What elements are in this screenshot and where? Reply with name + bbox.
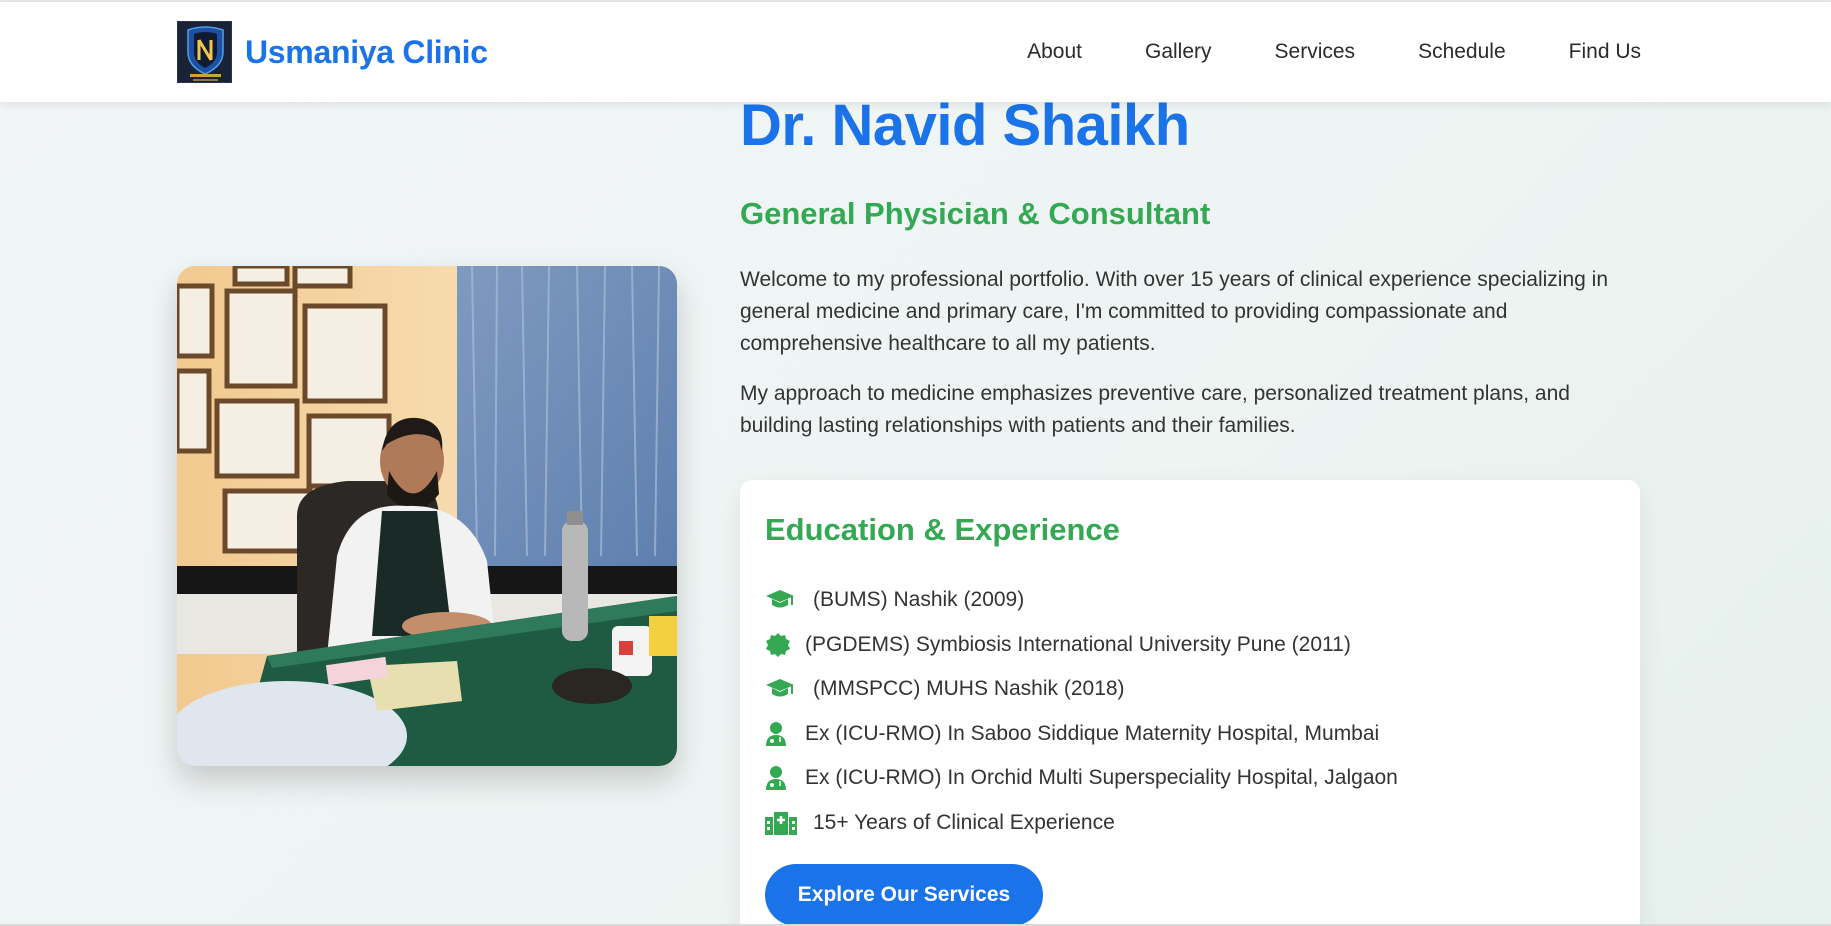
- clinic-shield-logo: [177, 21, 232, 83]
- education-item-text: Ex (ICU-RMO) In Saboo Siddique Maternity…: [805, 721, 1380, 745]
- list-item: Ex (ICU-RMO) In Orchid Multi Superspecia…: [765, 756, 1398, 801]
- list-item: Ex (ICU-RMO) In Saboo Siddique Maternity…: [765, 712, 1398, 757]
- intro-paragraph: Welcome to my professional portfolio. Wi…: [740, 268, 1609, 355]
- education-item-text: Ex (ICU-RMO) In Orchid Multi Superspecia…: [805, 766, 1398, 790]
- list-item: 15+ Years of Clinical Experience: [765, 801, 1398, 846]
- brand[interactable]: Usmaniya Clinic: [177, 21, 488, 83]
- explore-services-button[interactable]: Explore Our Services: [765, 864, 1043, 926]
- education-item-text: (PGDEMS) Symbiosis International Univers…: [805, 632, 1351, 656]
- brand-name[interactable]: Usmaniya Clinic: [245, 34, 488, 71]
- education-item-text: 15+ Years of Clinical Experience: [813, 810, 1115, 834]
- doctor-name: Dr. Navid Shaikh: [740, 93, 1190, 158]
- nav-services[interactable]: Services: [1275, 40, 1356, 64]
- nav-links: About Gallery Services Schedule Find Us: [964, 40, 1641, 64]
- hospital-icon: [765, 810, 799, 836]
- nav-about[interactable]: About: [1027, 40, 1082, 64]
- education-item-text: (BUMS) Nashik (2009): [813, 588, 1025, 612]
- nav-find-us[interactable]: Find Us: [1569, 40, 1641, 64]
- list-item: (MMSPCC) MUHS Nashik (2018): [765, 667, 1398, 712]
- list-item: (BUMS) Nashik (2009): [765, 578, 1398, 623]
- nav-gallery[interactable]: Gallery: [1145, 40, 1212, 64]
- user-doctor-icon: [765, 765, 793, 791]
- user-doctor-icon: [765, 721, 793, 747]
- education-card: Education & Experience (BUMS) Nashik (20…: [740, 480, 1640, 926]
- navbar: Usmaniya Clinic About Gallery Services S…: [0, 2, 1831, 102]
- education-item-text: (MMSPCC) MUHS Nashik (2018): [813, 677, 1125, 701]
- doctor-photo: [177, 266, 677, 766]
- certificate-icon: [765, 632, 793, 658]
- graduation-cap-icon: [765, 587, 799, 613]
- education-list: (BUMS) Nashik (2009) (PGDEMS) Symbiosis …: [765, 578, 1398, 845]
- list-item: (PGDEMS) Symbiosis International Univers…: [765, 623, 1398, 668]
- graduation-cap-icon: [765, 676, 799, 702]
- approach-paragraph: My approach to medicine emphasizes preve…: [740, 382, 1570, 437]
- education-title: Education & Experience: [765, 512, 1120, 547]
- nav-schedule[interactable]: Schedule: [1418, 40, 1506, 64]
- doctor-title: General Physician & Consultant: [740, 196, 1211, 231]
